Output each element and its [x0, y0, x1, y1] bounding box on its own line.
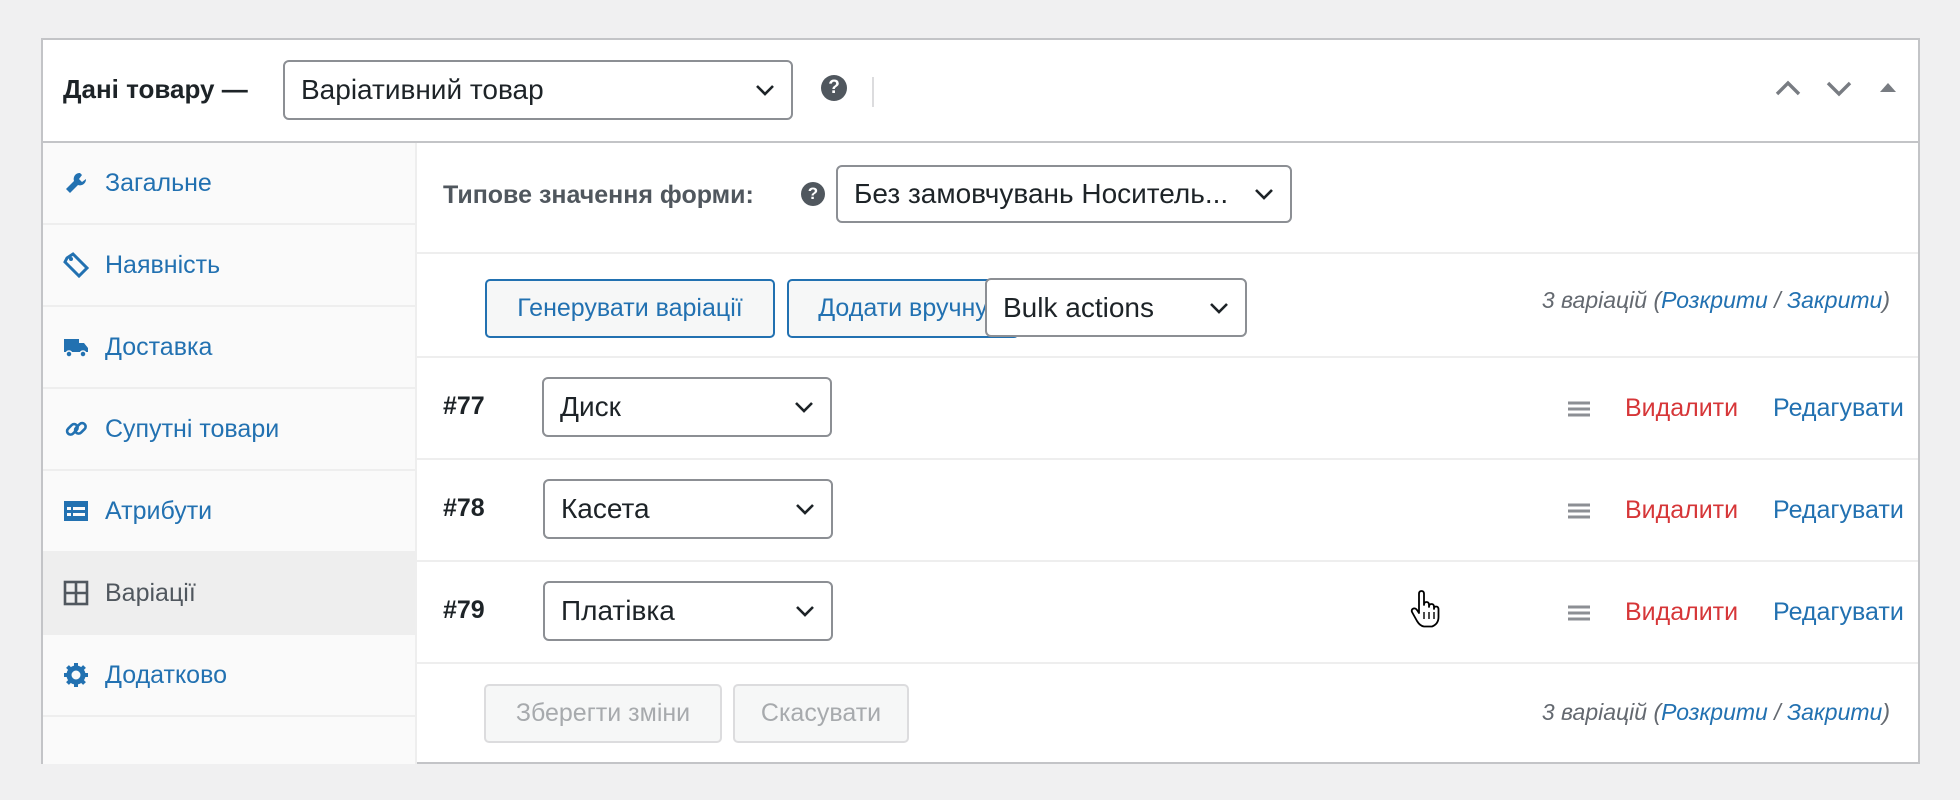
- chevron-down-icon: [796, 606, 814, 617]
- chevron-up-icon: [1775, 80, 1801, 96]
- variation-id: #77: [443, 392, 485, 420]
- tab-advanced[interactable]: Додатково: [43, 635, 415, 717]
- tab-label: Додатково: [105, 661, 227, 689]
- tab-label: Варіації: [105, 579, 196, 607]
- panel-title: Дані товару —: [63, 74, 248, 104]
- variation-attribute-select[interactable]: Платівка: [543, 581, 833, 641]
- variations-count: 3 варіацій (Розкрити / Закрити): [1541, 699, 1890, 725]
- product-type-value: Варіативний товар: [301, 74, 544, 105]
- truck-icon: [64, 339, 88, 358]
- variations-footer: Зберегти зміни Скасувати 3 варіацій (Роз…: [417, 664, 1918, 764]
- variation-row[interactable]: #78 Касета Видалити Редагувати: [417, 460, 1918, 562]
- product-data-panel: Дані товару — Варіативний товар ? Загаль…: [41, 38, 1920, 764]
- move-up-button[interactable]: [1768, 68, 1808, 108]
- tab-attributes[interactable]: Атрибути: [43, 471, 415, 553]
- generate-variations-button[interactable]: Генерувати варіації: [485, 279, 775, 338]
- variation-value: Платівка: [561, 595, 675, 626]
- tab-label: Супутні товари: [105, 415, 280, 443]
- move-down-button[interactable]: [1819, 68, 1859, 108]
- delete-variation-link[interactable]: Видалити: [1625, 496, 1738, 525]
- chevron-down-icon: [756, 85, 774, 96]
- variation-id: #78: [443, 494, 485, 522]
- list-icon: [64, 501, 88, 521]
- tag-icon: [63, 252, 89, 278]
- collapse-link[interactable]: Закрити: [1787, 287, 1882, 313]
- chevron-down-icon: [796, 504, 814, 515]
- product-data-tabs: Загальне Наявність Доставка Супутні това…: [43, 143, 417, 764]
- tab-label: Атрибути: [105, 497, 213, 525]
- bulk-actions-value: Bulk actions: [1003, 291, 1154, 323]
- variation-value: Диск: [560, 391, 621, 422]
- delete-variation-link[interactable]: Видалити: [1625, 394, 1738, 423]
- question-icon[interactable]: ?: [821, 75, 847, 101]
- drag-handle-icon[interactable]: [1567, 502, 1591, 520]
- tab-label: Загальне: [105, 169, 212, 197]
- wrench-icon: [66, 172, 87, 193]
- product-type-select[interactable]: Варіативний товар: [283, 60, 793, 120]
- variations-panel: Типове значення форми: ? Без замовчувань…: [417, 143, 1918, 764]
- edit-variation-link[interactable]: Редагувати: [1773, 598, 1904, 627]
- drag-handle-icon[interactable]: [1567, 400, 1591, 418]
- default-form-values-row: Типове значення форми: ? Без замовчувань…: [417, 143, 1918, 254]
- tab-label: Доставка: [105, 333, 213, 361]
- bulk-actions-select[interactable]: Bulk actions: [985, 278, 1247, 337]
- collapse-link[interactable]: Закрити: [1787, 699, 1882, 725]
- default-value-select[interactable]: Без замовчувань Носитель...: [836, 165, 1292, 223]
- variations-count: 3 варіацій (Розкрити / Закрити): [1541, 287, 1890, 313]
- tab-inventory[interactable]: Наявність: [43, 225, 415, 307]
- tab-linked-products[interactable]: Супутні товари: [43, 389, 415, 471]
- edit-variation-link[interactable]: Редагувати: [1773, 496, 1904, 525]
- link-icon: [65, 421, 87, 436]
- variation-attribute-select[interactable]: Касета: [543, 479, 833, 539]
- tab-shipping[interactable]: Доставка: [43, 307, 415, 389]
- variations-toolbar: Генерувати варіації Додати вручну Bulk a…: [417, 254, 1918, 358]
- tab-general[interactable]: Загальне: [43, 143, 415, 225]
- tab-variations[interactable]: Варіації: [43, 553, 415, 635]
- delete-variation-link[interactable]: Видалити: [1625, 598, 1738, 627]
- expand-link[interactable]: Розкрити: [1661, 287, 1768, 313]
- drag-handle-icon[interactable]: [1567, 604, 1591, 622]
- chevron-down-icon: [1210, 302, 1228, 314]
- default-value: Без замовчувань Носитель...: [854, 178, 1229, 209]
- hand-cursor-icon: [1410, 590, 1440, 628]
- variation-id: #79: [443, 596, 485, 624]
- panel-header: Дані товару — Варіативний товар ?: [43, 40, 1918, 143]
- grid-icon: [63, 580, 89, 606]
- default-form-label: Типове значення форми:: [443, 181, 754, 209]
- question-icon[interactable]: ?: [801, 182, 825, 206]
- cancel-button[interactable]: Скасувати: [733, 684, 909, 743]
- variation-row[interactable]: #77 Диск Видалити Редагувати: [417, 358, 1918, 460]
- variation-row[interactable]: #79 Платівка Видалити Редагувати: [417, 562, 1918, 664]
- tab-label: Наявність: [105, 251, 221, 279]
- expand-link[interactable]: Розкрити: [1661, 699, 1768, 725]
- variation-value: Касета: [561, 493, 650, 524]
- toggle-panel-button[interactable]: [1868, 68, 1908, 108]
- divider: [872, 77, 874, 107]
- chevron-down-icon: [1826, 81, 1852, 97]
- gear-icon: [64, 663, 88, 687]
- triangle-up-icon: [1880, 83, 1896, 92]
- save-changes-button[interactable]: Зберегти зміни: [484, 684, 722, 743]
- chevron-down-icon: [1255, 189, 1273, 200]
- edit-variation-link[interactable]: Редагувати: [1773, 394, 1904, 423]
- variation-attribute-select[interactable]: Диск: [542, 377, 832, 437]
- chevron-down-icon: [795, 402, 813, 413]
